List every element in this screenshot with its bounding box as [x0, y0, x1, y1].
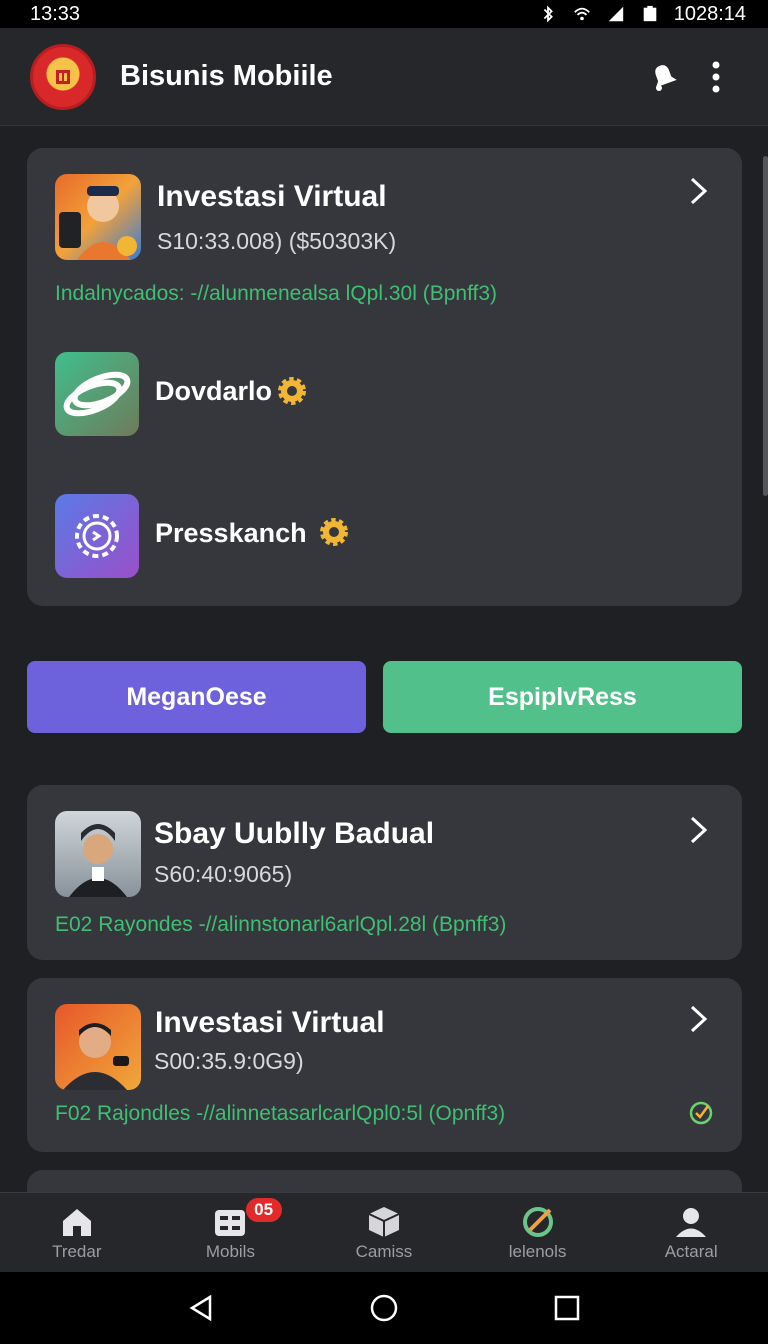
app-logo	[30, 43, 96, 110]
next-card-partial[interactable]	[27, 1170, 742, 1192]
dovdarlo-app-icon	[55, 352, 139, 436]
list-item-label: Dovdarlo	[155, 376, 273, 406]
bluetooth-icon	[543, 5, 553, 23]
investment-card-2[interactable]: Investasi Virtual S00:35.9:0G9) F02 Rajo…	[27, 978, 742, 1152]
signal-icon	[608, 6, 623, 22]
nav-label: lelenols	[508, 1241, 567, 1261]
notification-button[interactable]	[638, 51, 690, 103]
main-content[interactable]: Investasi Virtual S10:33.008) ($50303K) …	[0, 126, 768, 1192]
person-icon	[676, 1207, 707, 1237]
investment-thumbnail	[55, 1004, 141, 1090]
card-title: Investasi Virtual	[155, 1006, 385, 1039]
investment-card[interactable]: Investasi Virtual S10:33.008) ($50303K) …	[27, 148, 742, 606]
profile-thumbnail	[55, 811, 141, 897]
status-icons: 1028:14	[538, 3, 746, 26]
app-title: Bisunis Mobiile	[120, 60, 333, 92]
nav-label: Actaral	[664, 1241, 718, 1261]
profile-card[interactable]: Sbay Uublly Badual S60:40:9065) E02 Rayo…	[27, 785, 742, 960]
settings-dial-icon	[75, 514, 119, 558]
nav-label: Tredar	[52, 1241, 102, 1261]
status-time: 13:33	[30, 2, 81, 25]
compass-icon	[522, 1206, 553, 1237]
link-icon	[63, 371, 131, 417]
notification-badge: 05	[245, 1198, 282, 1222]
emblem-icon	[56, 69, 70, 84]
nav-label: Mobils	[205, 1241, 255, 1261]
gear-icon	[278, 377, 306, 405]
home-icon	[62, 1208, 91, 1236]
person-avatar-icon	[69, 824, 127, 897]
nav-tab-lelenols[interactable]: lelenols	[461, 1193, 615, 1272]
more-vert-icon	[712, 61, 720, 92]
check-circle-icon[interactable]	[688, 1100, 714, 1126]
card-title: Investasi Virtual	[157, 180, 387, 213]
nav-label: Camiss	[355, 1241, 413, 1261]
grid-icon	[215, 1209, 246, 1236]
box-icon	[368, 1206, 400, 1237]
card-detail: Indalnycados: -//alunmenealsa lQpl.30l (…	[55, 282, 498, 305]
more-options-button[interactable]	[690, 51, 742, 103]
nav-tab-actaral[interactable]: Actaral	[614, 1193, 768, 1272]
presskanch-app-icon	[55, 494, 139, 578]
card-subtitle: S10:33.008) ($50303K)	[157, 228, 397, 254]
person-avatar-icon	[63, 1023, 129, 1090]
card-subtitle: S60:40:9065)	[154, 861, 293, 887]
list-item-label: Presskanch	[155, 518, 307, 548]
card-title: Sbay Uublly Badual	[154, 817, 435, 850]
nav-tab-mobils[interactable]: Mobils 05	[154, 1193, 308, 1272]
wifi-icon	[573, 7, 590, 21]
card-detail: E02 Rayondes -//alinnstonarl6arlQpl.28l …	[55, 913, 507, 936]
person-avatar-icon	[59, 186, 137, 260]
system-navigation-bar	[0, 1272, 768, 1344]
recents-icon[interactable]	[552, 1293, 582, 1323]
primary-action-button[interactable]: MeganOese	[27, 661, 366, 733]
card-subtitle: S00:35.9:0G9)	[154, 1048, 304, 1074]
chevron-right-icon[interactable]	[686, 815, 712, 845]
bottom-navigation: Tredar Mobils 05 Camiss lelenols Actaral	[0, 1192, 768, 1272]
nav-tab-camiss[interactable]: Camiss	[307, 1193, 461, 1272]
bell-icon	[655, 64, 677, 91]
gear-icon	[320, 518, 348, 546]
status-clock: 1028:14	[673, 2, 746, 25]
investment-thumbnail	[55, 174, 141, 260]
chevron-right-icon[interactable]	[686, 176, 712, 206]
nav-tab-tredar[interactable]: Tredar	[0, 1193, 154, 1272]
status-bar: 13:33 1028:14	[0, 0, 768, 28]
back-icon[interactable]	[186, 1293, 216, 1323]
secondary-action-button[interactable]: EspiplvRess	[383, 661, 742, 733]
chevron-right-icon[interactable]	[686, 1004, 712, 1034]
home-circle-icon[interactable]	[369, 1293, 399, 1323]
battery-icon	[643, 5, 657, 22]
app-bar: Bisunis Mobiile	[0, 28, 768, 126]
scrollbar[interactable]	[763, 156, 768, 496]
card-detail: F02 Rajondles -//alinnetasarlcarlQpl0:5l…	[55, 1102, 506, 1125]
